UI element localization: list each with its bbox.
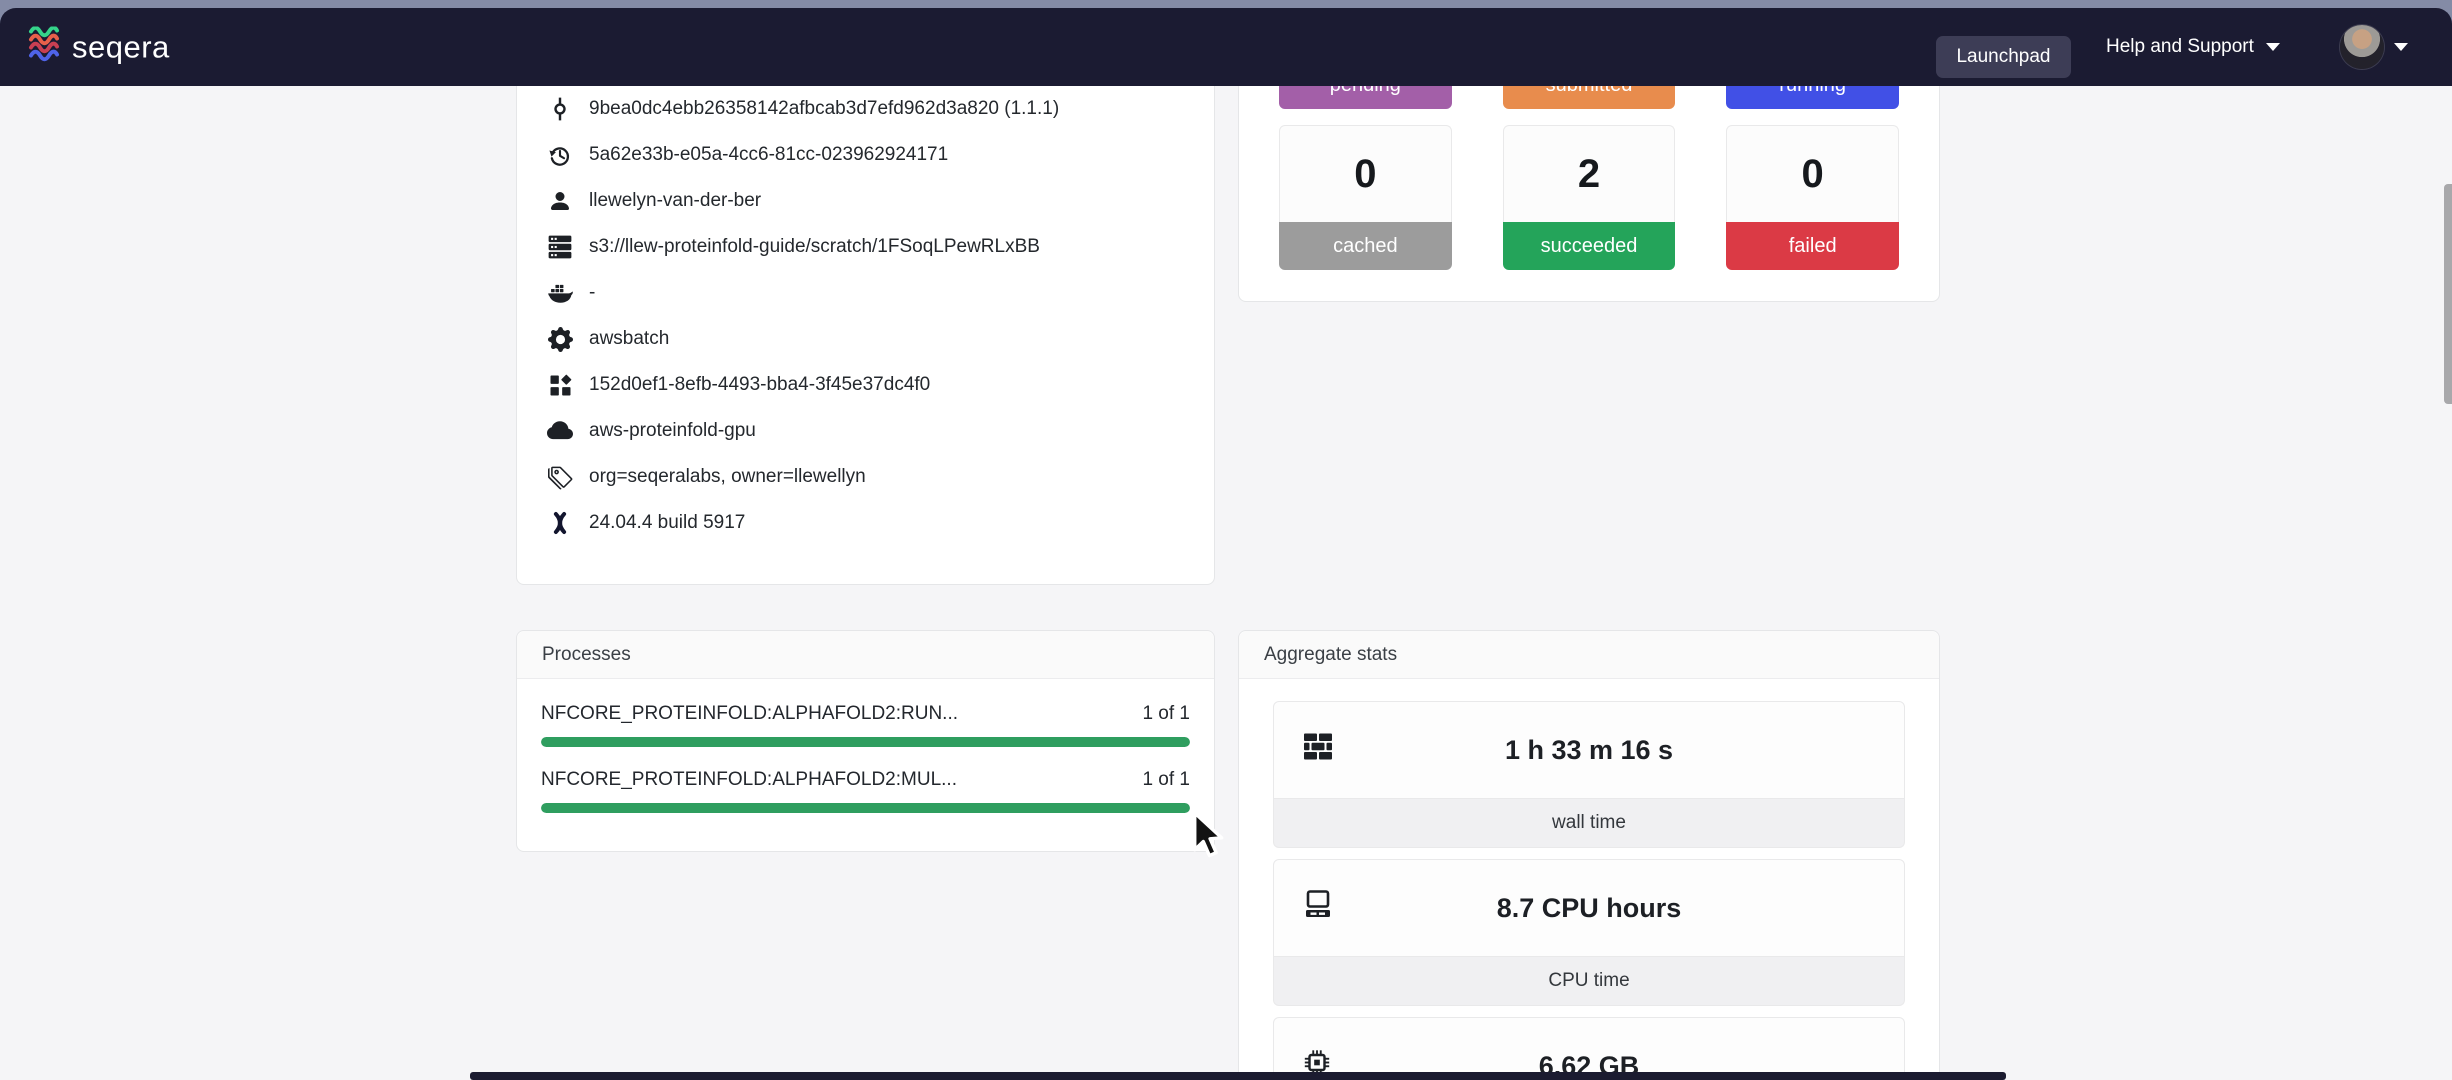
user-icon [547,185,573,217]
computer-icon [1302,889,1334,928]
commit-value: 9bea0dc4ebb26358142afbcab3d7efd962d3a820… [589,98,1059,120]
launchpad-button[interactable]: Launchpad [1936,36,2071,78]
detail-row-labels: org=seqeralabs, owner=llewellyn [547,454,1190,500]
cpu-time-label: CPU time [1273,957,1905,1006]
user-value: llewelyn-van-der-ber [589,190,761,212]
detail-row-session: 5a62e33b-e05a-4cc6-81cc-023962924171 [547,132,1190,178]
executor-value: awsbatch [589,328,669,350]
detail-row-compute-env-id: 152d0ef1-8efb-4493-bba4-3f45e37dc4f0 [547,362,1190,408]
seqera-wordmark: seqera [72,29,170,65]
gear-icon [547,323,573,355]
detail-row-commit: 9bea0dc4ebb26358142afbcab3d7efd962d3a820… [547,86,1190,132]
processes-header: Processes [517,631,1214,679]
process-progress-bar [541,803,1190,813]
process-row[interactable]: NFCORE_PROTEINFOLD:ALPHAFOLD2:MUL... 1 o… [541,767,1190,813]
detail-row-workdir: s3://llew-proteinfold-guide/scratch/1FSo… [547,224,1190,270]
process-count: 1 of 1 [1142,767,1190,793]
stat-tile-wall-time: 1 h 33 m 16 s wall time [1273,701,1905,848]
app-window: seqera Launchpad Help and Support [0,0,2452,1080]
tags-icon [547,461,573,493]
detail-row-executor: awsbatch [547,316,1190,362]
seqera-logo-icon [28,27,60,68]
aggregate-stats-card: Aggregate stats 1 h 33 m 16 s wall time [1238,630,1940,1080]
user-menu[interactable] [2340,8,2408,86]
wall-time-value: 1 h 33 m 16 s [1505,735,1673,766]
nextflow-version-value: 24.04.4 build 5917 [589,512,745,534]
run-details-card: 9bea0dc4ebb26358142afbcab3d7efd962d3a820… [516,36,1215,585]
docker-icon [547,277,573,309]
succeeded-label: succeeded [1503,222,1676,270]
process-count: 1 of 1 [1142,701,1190,727]
processes-card: Processes NFCORE_PROTEINFOLD:ALPHAFOLD2:… [516,630,1215,852]
cached-count: 0 [1279,125,1452,222]
stat-tile-memory: 6.62 GB [1273,1017,1905,1080]
help-and-support-label: Help and Support [2106,36,2254,58]
chevron-down-icon [2266,43,2280,51]
process-progress-track [541,803,1190,813]
succeeded-count: 2 [1503,125,1676,222]
storage-icon [547,231,573,263]
failed-label: failed [1726,222,1899,270]
wall-icon [1302,732,1336,769]
status-box-cached: 0 cached [1279,125,1452,270]
dock-edge [470,1072,2006,1080]
cpu-time-value: 8.7 CPU hours [1497,893,1682,924]
process-name: NFCORE_PROTEINFOLD:ALPHAFOLD2:RUN... [541,701,958,727]
seqera-logo[interactable]: seqera [28,27,170,68]
container-value: - [589,282,595,304]
cloud-icon [547,415,573,447]
session-value: 5a62e33b-e05a-4cc6-81cc-023962924171 [589,144,948,166]
aggregate-stats-header: Aggregate stats [1239,631,1939,679]
process-name: NFCORE_PROTEINFOLD:ALPHAFOLD2:MUL... [541,767,957,793]
page-background [0,86,2452,1080]
detail-row-nextflow-version: 24.04.4 build 5917 [547,500,1190,546]
help-and-support-menu[interactable]: Help and Support [2106,8,2280,86]
wall-time-label: wall time [1273,799,1905,848]
detail-row-container: - [547,270,1190,316]
workdir-value: s3://llew-proteinfold-guide/scratch/1FSo… [589,236,1040,258]
stat-tile-cpu-time: 8.7 CPU hours CPU time [1273,859,1905,1006]
labels-value: org=seqeralabs, owner=llewellyn [589,466,866,488]
chevron-down-icon [2394,43,2408,51]
avatar[interactable] [2340,25,2384,69]
detail-row-compute-env-name: aws-proteinfold-gpu [547,408,1190,454]
process-progress-track [541,737,1190,747]
history-icon [547,139,573,171]
vertical-scrollbar-thumb[interactable] [2444,184,2452,404]
status-box-failed: 0 failed [1726,125,1899,270]
commit-icon [547,93,573,125]
compute-env-icon [547,369,573,401]
status-box-succeeded: 2 succeeded [1503,125,1676,270]
process-row[interactable]: NFCORE_PROTEINFOLD:ALPHAFOLD2:RUN... 1 o… [541,701,1190,747]
compute-env-name-value: aws-proteinfold-gpu [589,420,756,442]
nextflow-icon [547,507,573,539]
process-progress-bar [541,737,1190,747]
detail-row-user: llewelyn-van-der-ber [547,178,1190,224]
failed-count: 0 [1726,125,1899,222]
compute-env-id-value: 152d0ef1-8efb-4493-bba4-3f45e37dc4f0 [589,374,930,396]
cached-label: cached [1279,222,1452,270]
top-navbar: seqera Launchpad Help and Support [0,8,2452,86]
